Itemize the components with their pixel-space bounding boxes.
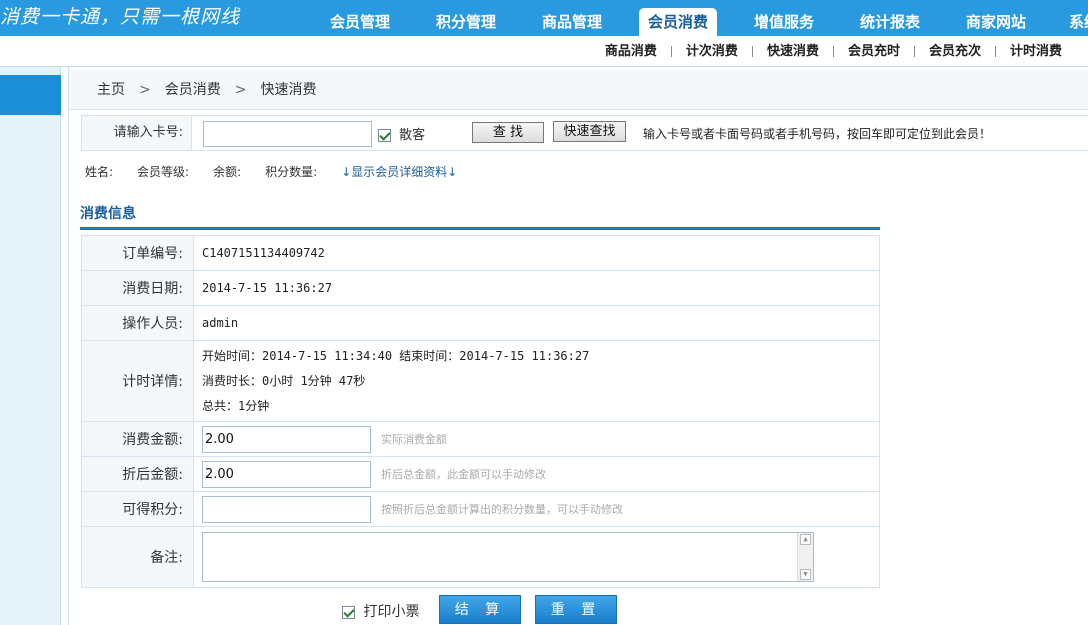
timing-total: 总共：1分钟: [202, 398, 270, 413]
slogan: 消费一卡通，只需一根网线: [0, 6, 241, 28]
consume-form: 订单编号: C1407151134409742 消费日期: 2014-7-15 …: [81, 235, 880, 588]
subnav-count-recharge[interactable]: 会员充次: [915, 36, 995, 67]
subnav-product-consume[interactable]: 商品消费: [591, 36, 671, 67]
breadcrumb-home[interactable]: 主页: [97, 82, 125, 98]
settle-button[interactable]: 结 算: [439, 595, 521, 624]
card-number-input[interactable]: [203, 121, 372, 147]
points-input[interactable]: [202, 495, 371, 523]
nav-system[interactable]: 系统: [1049, 8, 1088, 36]
timing-duration: 消费时长：0小时 1分钟 47秒: [202, 373, 366, 388]
main-content: 主页 > 会员消费 > 快速消费 请输入卡号: 散客 查 找 快速查找 输入卡号或者卡面…: [68, 67, 1088, 625]
form-row-order-no: 订单编号: C1407151134409742: [81, 235, 880, 271]
quick-find-button[interactable]: 快速查找: [553, 121, 626, 142]
member-level-label: 会员等级:: [137, 165, 190, 179]
scroll-up-icon[interactable]: ▲: [800, 534, 811, 545]
breadcrumb-member-consume[interactable]: 会员消费: [165, 82, 221, 98]
nav-points-manage[interactable]: 积分管理: [413, 8, 519, 36]
form-row-timing: 计时详情: 开始时间：2014-7-15 11:34:40 结束时间：2014-…: [81, 340, 880, 422]
discount-label: 折后金额:: [81, 456, 194, 492]
main-nav: 会员管理积分管理商品管理会员消费增值服务统计报表商家网站系统: [307, 8, 1088, 36]
section-title: 消费信息: [80, 203, 880, 230]
order-no-label: 订单编号:: [81, 235, 194, 271]
subnav-quick-consume[interactable]: 快速消费: [753, 36, 833, 67]
nav-merchant-site[interactable]: 商家网站: [943, 8, 1049, 36]
member-info-row: 姓名: 会员等级: 余额: 积分数量: ↓显示会员详细资料↓: [85, 163, 481, 180]
remark-scrollbar[interactable]: ▲ ▼: [797, 533, 813, 581]
breadcrumb-current: 快速消费: [260, 82, 317, 98]
timing-start-end: 开始时间：2014-7-15 11:34:40 结束时间：2014-7-15 1…: [202, 348, 590, 363]
nav-value-added[interactable]: 增值服务: [731, 8, 837, 36]
form-row-date: 消费日期: 2014-7-15 11:36:27: [81, 270, 880, 306]
nav-member-consume[interactable]: 会员消费: [639, 8, 717, 36]
remark-textarea[interactable]: ▲ ▼: [202, 532, 814, 582]
subnav-count-consume[interactable]: 计次消费: [672, 36, 752, 67]
nav-reports[interactable]: 统计报表: [837, 8, 943, 36]
operator-value: admin: [193, 305, 880, 341]
card-number-label: 请输入卡号:: [82, 116, 192, 150]
breadcrumb-chevron-icon: >: [139, 82, 151, 98]
member-name-label: 姓名:: [85, 165, 114, 179]
guest-checkbox[interactable]: [378, 129, 391, 142]
guest-option[interactable]: 散客: [378, 124, 425, 143]
reset-button[interactable]: 重 置: [535, 595, 617, 624]
scroll-down-icon[interactable]: ▼: [800, 569, 811, 580]
print-receipt-option[interactable]: 打印小票: [342, 601, 419, 621]
nav-member-manage[interactable]: 会员管理: [307, 8, 413, 36]
search-hint: 输入卡号或者卡面号码或者手机号码，按回车即可定位到此会员！: [643, 127, 992, 141]
guest-label: 散客: [399, 128, 426, 143]
amount-hint: 实际消费金额: [381, 433, 447, 446]
subnav-timed-consume[interactable]: 计时消费: [996, 36, 1076, 67]
timing-details: 开始时间：2014-7-15 11:34:40 结束时间：2014-7-15 1…: [193, 340, 880, 422]
discount-hint: 折后总金额，此金额可以手动修改: [381, 468, 546, 481]
form-row-amount: 消费金额: 2.00 实际消费金额: [81, 421, 880, 457]
nav-product-manage[interactable]: 商品管理: [519, 8, 625, 36]
amount-cell: 2.00 实际消费金额: [193, 421, 880, 457]
points-hint: 按照折后总金额计算出的积分数量，可以手动修改: [381, 503, 623, 516]
subnav-time-recharge[interactable]: 会员充时: [834, 36, 914, 67]
print-receipt-label: 打印小票: [363, 604, 420, 620]
print-receipt-checkbox[interactable]: [342, 605, 355, 619]
form-row-operator: 操作人员: admin: [81, 305, 880, 341]
sub-nav-bar: 商品消费 计次消费 快速消费 会员充时 会员充次 计时消费: [0, 36, 1088, 67]
sidebar: [0, 67, 61, 625]
form-row-discount: 折后金额: 2.00 折后总金额，此金额可以手动修改: [81, 456, 880, 492]
show-member-details-link[interactable]: ↓显示会员详细资料↓: [341, 165, 457, 179]
operator-label: 操作人员:: [81, 305, 194, 341]
timing-label: 计时详情:: [81, 340, 194, 422]
date-value: 2014-7-15 11:36:27: [193, 270, 880, 306]
sidebar-active-item[interactable]: [0, 75, 61, 115]
member-balance-label: 余额:: [213, 165, 242, 179]
amount-input[interactable]: 2.00: [202, 425, 371, 453]
order-no-value: C1407151134409742: [193, 235, 880, 271]
remark-cell: ▲ ▼: [193, 526, 880, 588]
card-search-row: 请输入卡号: 散客 查 找 快速查找 输入卡号或者卡面号码或者手机号码，按回车即…: [81, 115, 1088, 151]
breadcrumb-chevron-icon: >: [234, 82, 247, 98]
form-row-points: 可得积分: 按照折后总金额计算出的积分数量，可以手动修改: [81, 491, 880, 527]
form-row-remark: 备注: ▲ ▼: [81, 526, 880, 588]
points-cell: 按照折后总金额计算出的积分数量，可以手动修改: [193, 491, 880, 527]
date-label: 消费日期:: [81, 270, 194, 306]
action-bar: 打印小票 结 算 重 置: [69, 595, 1088, 625]
discount-input[interactable]: 2.00: [202, 460, 371, 488]
sub-nav: 商品消费 计次消费 快速消费 会员充时 会员充次 计时消费: [591, 36, 1076, 67]
discount-cell: 2.00 折后总金额，此金额可以手动修改: [193, 456, 880, 492]
amount-label: 消费金额:: [81, 421, 194, 457]
top-bar: 消费一卡通，只需一根网线 会员管理 积分管理 商品管理 会员消费 增值服务 统计报表 商家网…: [0, 0, 1088, 36]
member-points-label: 积分数量:: [265, 165, 318, 179]
remark-label: 备注:: [81, 526, 194, 588]
breadcrumb: 主页 > 会员消费 > 快速消费: [69, 70, 1088, 110]
points-label: 可得积分:: [81, 491, 194, 527]
find-button[interactable]: 查 找: [472, 122, 544, 143]
